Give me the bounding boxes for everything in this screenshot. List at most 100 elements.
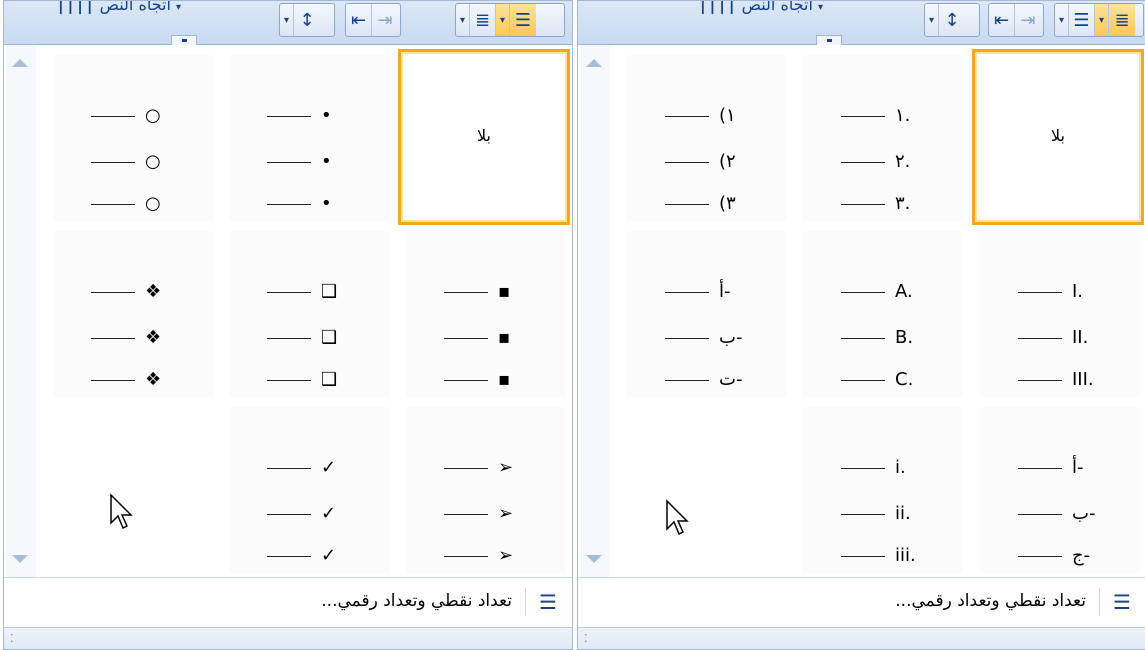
line-spacing-group: ▾ ↕	[279, 3, 335, 37]
footer-separator	[525, 588, 526, 616]
bullet-option-checkmark[interactable]: ✓ ✓ ✓	[229, 407, 389, 573]
scroll-up-icon[interactable]	[12, 59, 28, 67]
numbering-icon[interactable]: ≣	[470, 4, 496, 36]
resize-bar[interactable]: ⁚	[578, 627, 1145, 649]
text-direction-text: اتجاه النص	[99, 0, 171, 14]
scroll-down-icon[interactable]	[586, 555, 602, 563]
numbering-option-latin-upper[interactable]: A. B. C.	[803, 231, 963, 397]
number-row: A.	[803, 281, 963, 303]
bullet-option-dot[interactable]: • • •	[229, 55, 389, 221]
line-spacing-icon[interactable]: ↕	[939, 4, 965, 36]
resize-bar[interactable]: ⁚	[4, 627, 572, 649]
number-row: B.	[803, 327, 963, 349]
numbering-option-none[interactable]: بلا	[972, 49, 1144, 225]
define-bullets-menu-item[interactable]: ☰ تعداد نقطي وتعداد رقمي...	[4, 577, 572, 627]
bullet-row: ➢	[406, 503, 566, 525]
number-row: أ-	[627, 281, 787, 303]
increase-indent-icon[interactable]: ⇥	[372, 4, 398, 36]
list-buttons-group: ▾ ≣ ▾ ☰	[455, 3, 565, 37]
number-row: ١.	[803, 105, 963, 127]
bullet-row: ➢	[406, 545, 566, 567]
bullet-row: ❖	[53, 327, 213, 349]
number-row: ت-	[627, 369, 787, 391]
number-row: i.	[803, 457, 963, 479]
numbering-option-arabic-letter-hyphen[interactable]: أ- ب- ت-	[627, 231, 787, 397]
dialog-launcher-icon[interactable]	[171, 35, 197, 45]
numbering-option-roman-lower[interactable]: i. ii. iii.	[803, 407, 963, 573]
bullets-icon[interactable]: ☰	[1069, 4, 1095, 36]
scroll-up-icon[interactable]	[586, 59, 602, 67]
numbering-option-arabic-paren[interactable]: (١ (٢ (٣	[627, 55, 787, 221]
bullet-row: ▪	[406, 369, 566, 391]
text-direction-icon: ||||	[698, 0, 737, 14]
list-buttons-group: ▾ ☰ ▾ ≣	[1054, 3, 1144, 37]
mouse-pointer-icon	[666, 499, 689, 536]
footer-separator	[1099, 588, 1100, 616]
number-row: C.	[803, 369, 963, 391]
bullet-row: ❑	[229, 369, 389, 391]
increase-indent-icon[interactable]: ⇥	[1015, 4, 1041, 36]
text-direction-label[interactable]: ▾ اتجاه النص ||||	[696, 0, 827, 14]
numbering-dropdown-icon[interactable]: ▾	[1095, 4, 1109, 36]
number-row: ب-	[627, 327, 787, 349]
numbering-icon[interactable]: ≣	[1109, 4, 1135, 36]
bullets-gallery-panel: ▾ اتجاه النص |||| ▾ ↕ ⇤ ⇥ ▾ ≣ ▾ ☰ ○ ○ ○	[3, 0, 573, 650]
resize-grip-icon[interactable]: ⁚	[10, 632, 14, 645]
dropdown-arrow-icon: ▾	[176, 2, 182, 13]
bullet-option-arrowhead[interactable]: ➢ ➢ ➢	[406, 407, 566, 573]
numbering-option-arabic-dot[interactable]: ١. ٢. ٣.	[803, 55, 963, 221]
gallery-scrollbar[interactable]	[580, 45, 610, 577]
gallery-scrollbar[interactable]	[6, 45, 36, 577]
empty-gallery-slot	[53, 407, 213, 573]
bullet-row: ✓	[229, 503, 389, 525]
bullets-icon[interactable]: ☰	[510, 4, 536, 36]
decrease-indent-icon[interactable]: ⇤	[989, 4, 1015, 36]
scroll-down-icon[interactable]	[12, 555, 28, 563]
numbering-option-arabic-letter-abjad[interactable]: أ- ب- ج-	[980, 407, 1140, 573]
none-option-label: بلا	[1051, 126, 1065, 145]
define-numbering-menu-item[interactable]: ☰ تعداد نقطي وتعداد رقمي...	[578, 577, 1145, 627]
bullet-option-small-square[interactable]: ▪ ▪ ▪	[406, 231, 566, 397]
mouse-pointer-icon	[110, 493, 133, 530]
bullet-row: ❖	[53, 281, 213, 303]
line-spacing-dropdown-icon[interactable]: ▾	[925, 4, 939, 36]
text-direction-text: اتجاه النص	[741, 0, 813, 14]
bullet-option-none[interactable]: بلا	[398, 49, 570, 225]
bullet-option-hollow-square[interactable]: ❑ ❑ ❑	[229, 231, 389, 397]
numbering-dropdown-icon[interactable]: ▾	[456, 4, 470, 36]
numbering-gallery-panel: ▾ اتجاه النص |||| ▾ ↕ ⇤ ⇥ ▾ ☰ ▾ ≣ (١ (٢	[577, 0, 1145, 650]
decrease-indent-icon[interactable]: ⇤	[346, 4, 372, 36]
bullets-and-numbering-label: تعداد نقطي وتعداد رقمي...	[321, 591, 512, 611]
line-spacing-icon[interactable]: ↕	[294, 4, 320, 36]
number-row: أ-	[980, 457, 1140, 479]
dialog-launcher-icon[interactable]	[816, 35, 842, 45]
indent-group: ⇤ ⇥	[345, 3, 401, 37]
bullet-row: ❖	[53, 369, 213, 391]
bullets-dropdown-icon[interactable]: ▾	[496, 4, 510, 36]
line-spacing-dropdown-icon[interactable]: ▾	[280, 4, 294, 36]
number-row: ب-	[980, 503, 1140, 525]
line-spacing-group: ▾ ↕	[924, 3, 980, 37]
bullet-row: ✓	[229, 545, 389, 567]
bullets-list-icon: ☰	[539, 590, 557, 614]
bullets-list-icon: ☰	[1113, 590, 1131, 614]
number-row: ج-	[980, 545, 1140, 567]
number-row: iii.	[803, 545, 963, 567]
bullet-row: ➢	[406, 457, 566, 479]
number-row: ٣.	[803, 193, 963, 215]
bullets-dropdown-icon[interactable]: ▾	[1055, 4, 1069, 36]
bullet-row: ✓	[229, 457, 389, 479]
bullet-row: •	[229, 193, 389, 215]
number-row: I.	[980, 281, 1140, 303]
bullet-row: •	[229, 105, 389, 127]
bullet-option-diamond-dots[interactable]: ❖ ❖ ❖	[53, 231, 213, 397]
bullet-row: ▪	[406, 327, 566, 349]
text-direction-label[interactable]: ▾ اتجاه النص ||||	[54, 0, 185, 14]
bullet-option-circle[interactable]: ○ ○ ○	[53, 55, 213, 221]
bullet-row: ○	[53, 151, 213, 173]
bullet-library: ○ ○ ○ • • • بلا ❖ ❖ ❖ ❑ ❑ ❑ ▪ ▪ ▪ ✓ ✓ ✓ …	[4, 45, 572, 577]
text-direction-icon: ||||	[56, 0, 95, 14]
numbering-option-roman-upper[interactable]: I. II. III.	[980, 231, 1140, 397]
number-row: III.	[980, 369, 1140, 391]
resize-grip-icon[interactable]: ⁚	[584, 632, 588, 645]
